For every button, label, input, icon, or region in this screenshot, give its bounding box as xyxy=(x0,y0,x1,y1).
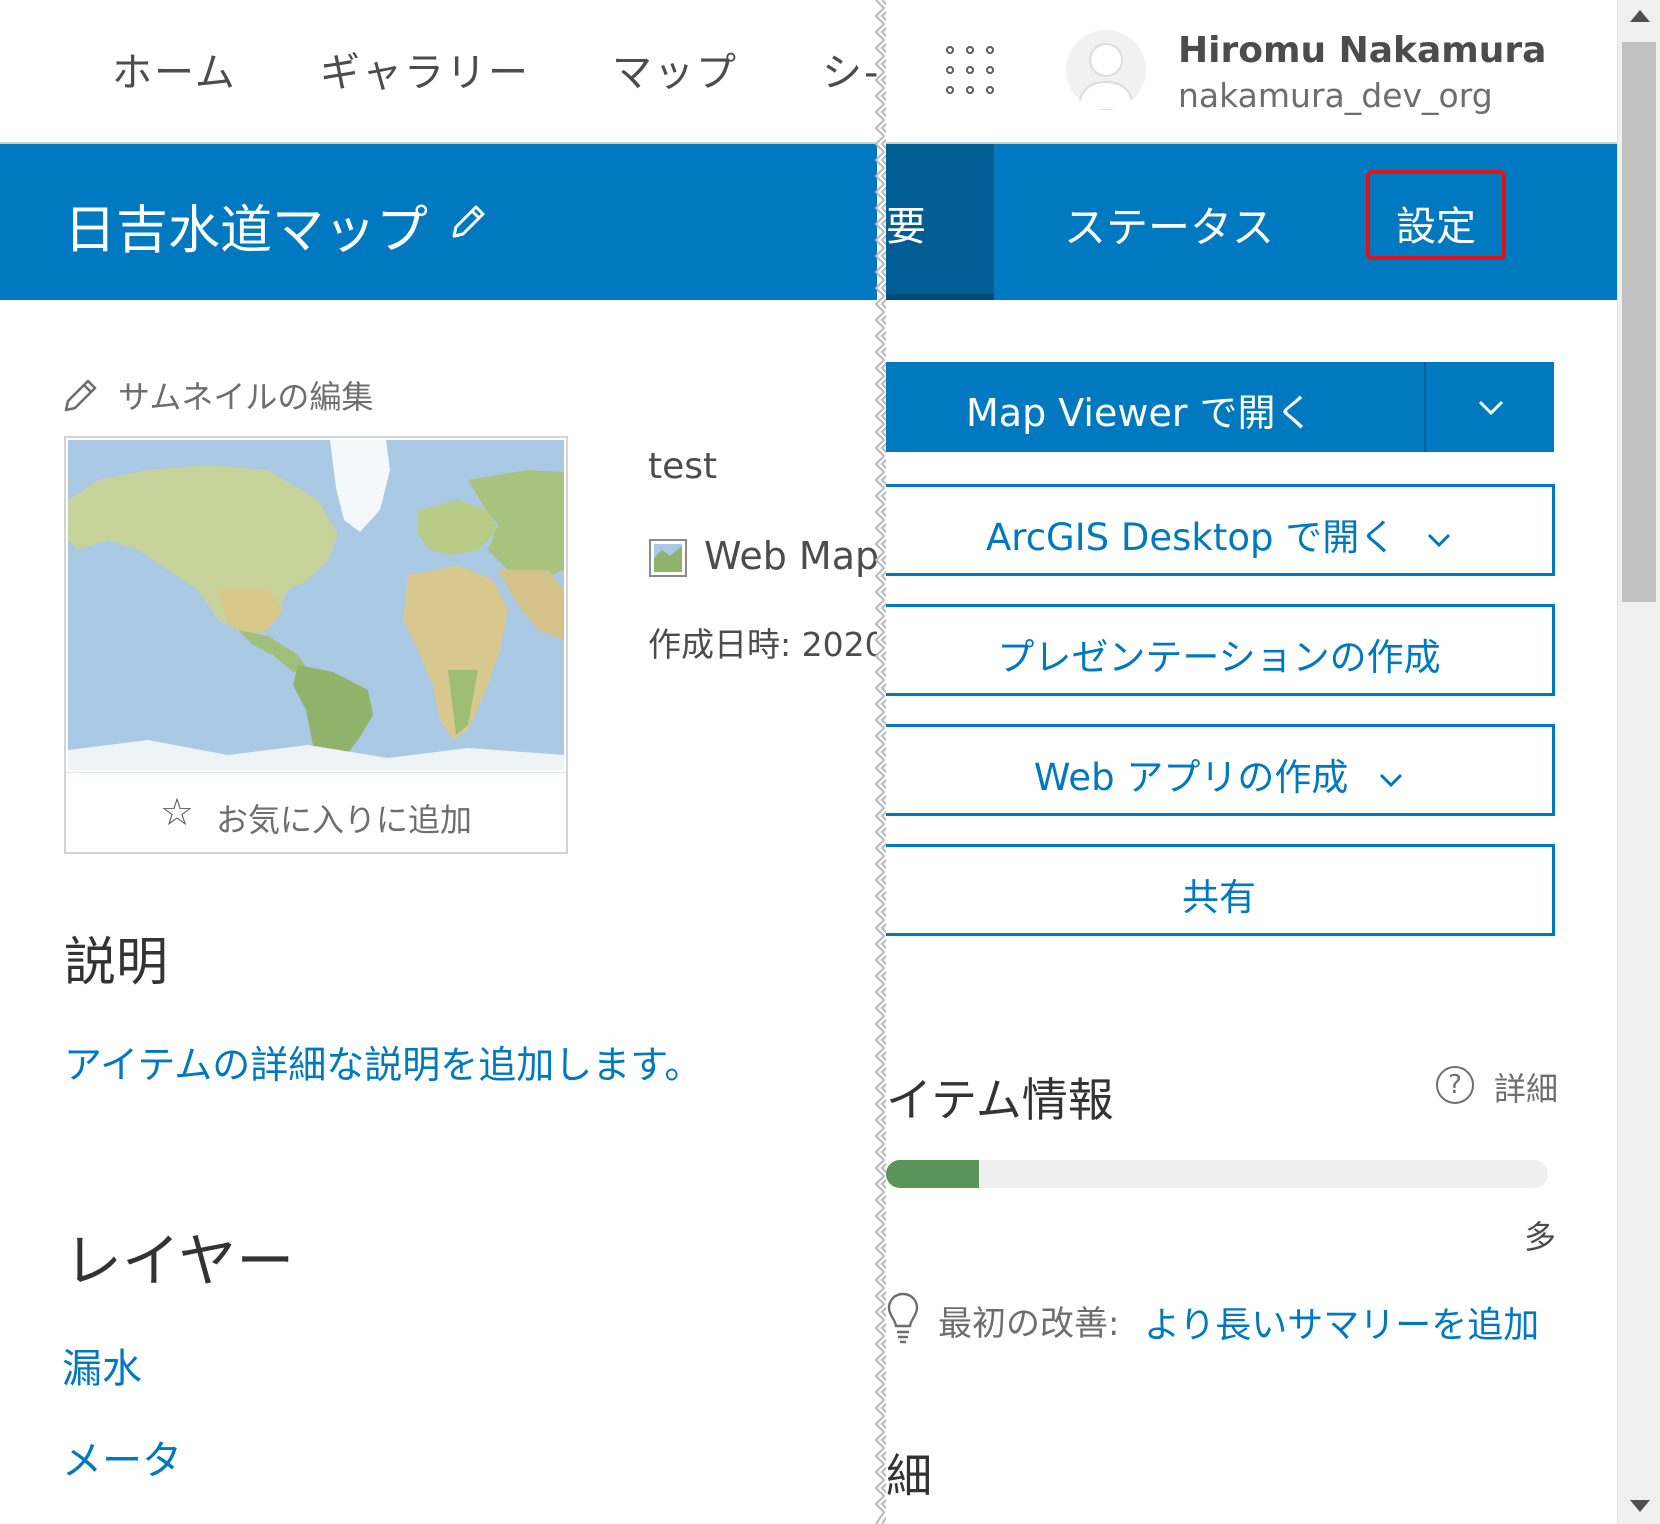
vertical-scrollbar[interactable] xyxy=(1617,0,1660,1524)
item-header-bar: 日吉水道マップ xyxy=(0,144,877,300)
tip-label: 最初の改善: xyxy=(938,1304,1120,1344)
help-question-icon: ? xyxy=(1436,1066,1474,1104)
progress-level-label: 多 xyxy=(1524,1218,1557,1256)
add-description-link[interactable]: アイテムの詳細な説明を追加します。 xyxy=(64,1034,702,1089)
chevron-down-icon xyxy=(1427,533,1451,547)
top-navigation-right: Hiromu Nakamura nakamura_dev_org xyxy=(886,0,1617,144)
tab-settings[interactable]: 設定 xyxy=(1366,170,1506,260)
left-pane: ホーム ギャラリー マップ シ- 日吉水道マップ サムネイルの編集 ☆ お気に入… xyxy=(0,0,877,1524)
share-label: 共有 xyxy=(1182,876,1256,919)
add-favorite-label: お気に入りに追加 xyxy=(216,801,473,839)
nav-gallery[interactable]: ギャラリー xyxy=(320,40,530,98)
web-map-icon xyxy=(648,538,688,587)
nav-home[interactable]: ホーム xyxy=(112,40,237,98)
share-button[interactable]: 共有 xyxy=(886,844,1555,936)
open-arcgis-desktop-label: ArcGIS Desktop で開く xyxy=(886,507,1552,561)
nav-map[interactable]: マップ xyxy=(612,40,738,98)
layer-link-meter[interactable]: メータ xyxy=(62,1428,182,1486)
tab-overview[interactable]: 要 xyxy=(886,144,994,300)
item-tabs-bar: 要 ステータス 設定 xyxy=(886,144,1617,300)
description-heading: 説明 xyxy=(64,933,169,993)
split-divider xyxy=(1424,362,1426,452)
open-arcgis-desktop-button[interactable]: ArcGIS Desktop で開く xyxy=(886,484,1555,576)
improvement-tip: 最初の改善: より長いサマリーを追加 xyxy=(886,1290,1586,1346)
item-info-progress-bar xyxy=(886,1160,1548,1188)
create-web-app-label: Web アプリの作成 xyxy=(886,747,1552,801)
item-type-label: Web Map xyxy=(704,534,877,578)
top-navigation: ホーム ギャラリー マップ シ- xyxy=(0,0,877,144)
add-longer-summary-link[interactable]: より長いサマリーを追加 xyxy=(1144,1296,1539,1348)
chevron-down-icon xyxy=(1380,773,1403,787)
pencil-icon xyxy=(62,374,102,422)
item-title: 日吉水道マップ xyxy=(64,201,429,261)
user-org: nakamura_dev_org xyxy=(1178,76,1493,115)
layer-link-leak[interactable]: 漏水 xyxy=(62,1336,142,1394)
scroll-up-arrow-icon[interactable] xyxy=(1630,10,1650,22)
item-info-progress-fill xyxy=(886,1160,979,1188)
open-map-viewer-button[interactable]: Map Viewer で開く xyxy=(886,362,1554,452)
scroll-down-arrow-icon[interactable] xyxy=(1630,1500,1650,1512)
item-info-heading: イテム情報 xyxy=(886,1073,1114,1127)
chevron-down-icon[interactable] xyxy=(1476,392,1506,422)
right-pane: Hiromu Nakamura nakamura_dev_org 要 ステータス… xyxy=(886,0,1617,1524)
tab-settings-label: 設定 xyxy=(1396,204,1476,250)
user-avatar[interactable] xyxy=(1066,30,1146,110)
open-map-viewer-label: Map Viewer で開く xyxy=(966,391,1314,435)
create-presentation-button[interactable]: プレゼンテーションの作成 xyxy=(886,604,1555,696)
star-icon: ☆ xyxy=(160,790,195,834)
item-created-date: 作成日時: 2020 xyxy=(648,625,877,664)
add-favorite-button[interactable]: ☆ お気に入りに追加 xyxy=(66,772,566,851)
tab-status[interactable]: ステータス xyxy=(1064,194,1274,255)
create-presentation-label: プレゼンテーションの作成 xyxy=(997,636,1441,679)
world-map-thumbnail xyxy=(68,440,564,770)
lightbulb-icon xyxy=(887,1292,919,1344)
tab-overview-label: 要 xyxy=(886,204,926,250)
user-name: Hiromu Nakamura xyxy=(1178,30,1547,71)
edit-title-pencil-icon[interactable] xyxy=(446,200,490,248)
layers-heading: レイヤー xyxy=(64,1227,295,1295)
edit-thumbnail-label: サムネイルの編集 xyxy=(118,378,374,416)
details-heading: 細 xyxy=(886,1449,932,1503)
app-launcher-grid-icon[interactable] xyxy=(942,44,998,100)
item-info-help-link[interactable]: ? 詳細 xyxy=(1436,1062,1559,1108)
create-web-app-button[interactable]: Web アプリの作成 xyxy=(886,724,1555,816)
item-summary: test xyxy=(648,446,718,487)
thumbnail-card: ☆ お気に入りに追加 xyxy=(64,436,568,854)
item-info-help-label: 詳細 xyxy=(1494,1070,1559,1108)
scrollbar-thumb[interactable] xyxy=(1622,42,1656,602)
